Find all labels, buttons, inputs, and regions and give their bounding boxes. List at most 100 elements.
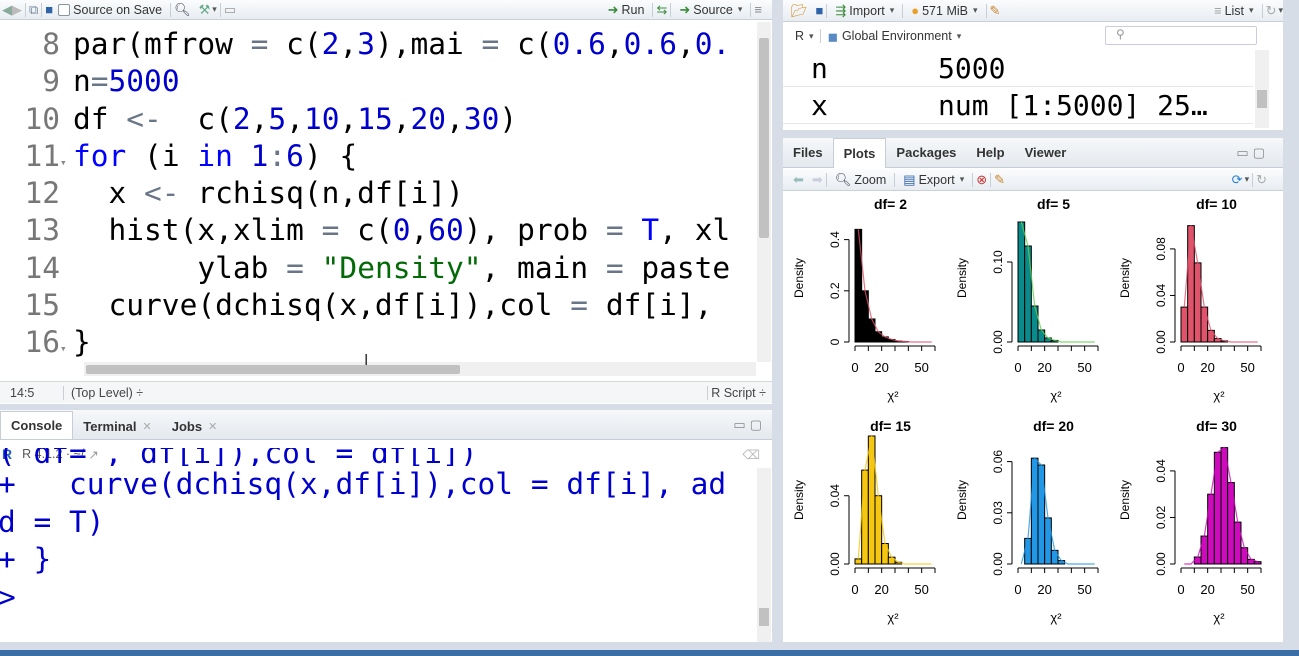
x-tick-label: 50 bbox=[1077, 582, 1091, 597]
code-token: ), prob bbox=[463, 213, 606, 248]
tab-terminal[interactable]: Terminal ✕ bbox=[73, 413, 161, 439]
source-button[interactable]: ➜ Source ▾ bbox=[679, 3, 742, 17]
filetype-selector[interactable]: R Script ÷ bbox=[711, 386, 766, 400]
memory-usage[interactable]: ● 571 MiB ▾ bbox=[911, 4, 977, 18]
back-icon[interactable]: ◀ bbox=[2, 3, 12, 16]
histogram-bar bbox=[1187, 225, 1195, 343]
fold-icon[interactable]: ▾ bbox=[60, 330, 67, 367]
histogram-plot: df= 2 0 20 50 0 0.2 0.4 Density χ² bbox=[783, 196, 948, 414]
source-on-save[interactable]: Source on Save bbox=[58, 3, 162, 17]
maximize-icon[interactable]: ▢ bbox=[750, 417, 762, 433]
compile-report-icon[interactable]: ▭ bbox=[224, 3, 236, 16]
wand-icon[interactable]: ⚒ bbox=[199, 3, 211, 16]
code-token: 15 bbox=[357, 101, 393, 136]
editor-pane: ◀ ▶ ⧉ ■ Source on Save 🔍︎ ⚒ ▾ ▭ ➜ Run ⇆ ➜ S… bbox=[0, 0, 772, 404]
minimize-icon[interactable]: ▭ bbox=[733, 417, 745, 433]
code-token: (i bbox=[126, 138, 198, 173]
console-vscroll[interactable] bbox=[757, 468, 771, 642]
console-line: > bbox=[0, 579, 34, 614]
close-icon[interactable]: ✕ bbox=[208, 420, 217, 433]
code-line[interactable]: 11 ▾ for (i in 1:6) { bbox=[0, 138, 760, 175]
tab-console[interactable]: Console bbox=[0, 411, 74, 439]
next-plot-icon[interactable]: ➡ bbox=[812, 173, 823, 186]
plot-svg: 0 20 50 0 0.2 0.4 Density χ² bbox=[792, 228, 936, 403]
code-token: ) bbox=[499, 101, 518, 136]
y-axis-label: Density bbox=[792, 258, 806, 298]
histogram-plot: df= 15 0 20 50 0.00 0.04 Density χ² bbox=[783, 418, 948, 636]
source-on-save-checkbox[interactable] bbox=[58, 3, 71, 16]
x-tick-label: 0 bbox=[851, 582, 858, 597]
save-icon[interactable]: ■ bbox=[45, 3, 53, 16]
code-token: = bbox=[570, 288, 589, 323]
view-mode-selector[interactable]: ≡ List ▾ bbox=[1214, 4, 1253, 18]
console-output[interactable]: ( df= , df[i]),col = df[i]) + curve(dchis… bbox=[0, 448, 726, 616]
tab-help[interactable]: Help bbox=[966, 140, 1014, 166]
code-line[interactable]: 16 ▾} bbox=[0, 324, 760, 361]
tab-viewer[interactable]: Viewer bbox=[1015, 140, 1077, 166]
code-token: ylab bbox=[73, 250, 287, 285]
code-editor[interactable]: 8 par(mfrow = c(2,3),mai = c(0.6,0.6,0. 9 n… bbox=[0, 26, 760, 362]
code-line[interactable]: 13 hist(x,xlim = c(0,60), prob = T, xl bbox=[0, 212, 760, 249]
x-tick-label: 20 bbox=[1200, 582, 1214, 597]
code-token: x bbox=[73, 176, 145, 211]
environment-search-input[interactable]: ⚲ bbox=[1105, 26, 1257, 45]
histogram-bar bbox=[1037, 329, 1046, 343]
broom-icon[interactable]: ✎ bbox=[994, 173, 1005, 186]
prev-plot-icon[interactable]: ⬅ bbox=[793, 173, 804, 186]
editor-vscroll[interactable] bbox=[757, 22, 771, 362]
maximize-icon[interactable]: ▢ bbox=[1253, 145, 1265, 161]
code-token: , bbox=[392, 101, 411, 136]
run-button[interactable]: ➜ Run bbox=[608, 3, 645, 17]
open-folder-icon[interactable]: 📂︎ bbox=[791, 4, 808, 17]
environment-row[interactable]: x num [1:5000] 25… bbox=[783, 87, 1253, 124]
y-tick-label: 0.06 bbox=[991, 450, 1005, 474]
histogram-bar bbox=[861, 469, 869, 565]
search-icon[interactable]: 🔍︎ bbox=[174, 3, 191, 16]
scope-selector[interactable]: (Top Level) ÷ bbox=[71, 386, 143, 400]
line-number: 13 bbox=[24, 213, 60, 248]
line-number: 15 bbox=[24, 288, 60, 323]
show-in-window-icon[interactable]: ⧉ bbox=[29, 3, 38, 16]
code-line[interactable]: 12 x <- rchisq(n,df[i]) bbox=[0, 175, 760, 212]
rerun-icon[interactable]: ⇆ bbox=[656, 3, 667, 16]
zoom-button[interactable]: 🔍︎ Zoom bbox=[835, 173, 886, 187]
outline-icon[interactable]: ≡ bbox=[754, 3, 762, 16]
refresh-icon[interactable]: ↻ bbox=[1266, 4, 1277, 17]
histogram-bar bbox=[1220, 447, 1229, 565]
forward-icon[interactable]: ▶ bbox=[12, 3, 22, 16]
list-icon: ≡ bbox=[1214, 3, 1222, 18]
histogram-bar bbox=[1017, 221, 1026, 343]
close-icon[interactable]: ✕ bbox=[143, 420, 152, 433]
editor-hscroll[interactable] bbox=[84, 362, 756, 376]
code-token: , bbox=[446, 101, 464, 136]
tab-packages[interactable]: Packages bbox=[886, 140, 966, 166]
language-selector[interactable]: R bbox=[795, 29, 804, 43]
code-line[interactable]: 15 curve(dchisq(x,df[i]),col = df[i], bbox=[0, 287, 760, 324]
code-line[interactable]: 14 ylab = "Density", main = paste bbox=[0, 250, 760, 287]
code-token: in bbox=[197, 138, 233, 173]
export-button[interactable]: ▤ Export ▾ bbox=[903, 173, 964, 187]
save-icon[interactable]: ■ bbox=[816, 4, 824, 17]
code-line[interactable]: 10 df <- c(2,5,10,15,20,30) bbox=[0, 101, 760, 138]
histogram-plot: df= 5 0 20 50 0.00 0.10 Density χ² bbox=[946, 196, 1111, 414]
environment-vscroll[interactable] bbox=[1255, 50, 1269, 128]
remove-plot-icon[interactable]: ⊗ bbox=[976, 173, 987, 186]
code-line[interactable]: 9 n=5000 bbox=[0, 63, 760, 100]
tab-plots[interactable]: Plots bbox=[832, 138, 887, 168]
tab-files[interactable]: Files bbox=[783, 140, 833, 166]
code-line[interactable]: 8 par(mfrow = c(2,3),mai = c(0.6,0.6,0. bbox=[0, 26, 760, 63]
clear-console-icon[interactable]: ⌫ bbox=[742, 447, 760, 462]
refresh-icon[interactable]: ↻ bbox=[1256, 173, 1267, 186]
x-tick-label: 20 bbox=[1037, 582, 1051, 597]
environment-row[interactable]: n 5000 bbox=[783, 50, 1253, 87]
code-token: = bbox=[90, 64, 109, 99]
publish-icon[interactable]: ⟳ bbox=[1232, 173, 1243, 186]
broom-icon[interactable]: ✎ bbox=[990, 4, 1001, 17]
environment-selector[interactable]: Global Environment bbox=[842, 29, 952, 43]
tab-jobs[interactable]: Jobs ✕ bbox=[162, 413, 228, 439]
minimize-icon[interactable]: ▭ bbox=[1236, 145, 1248, 161]
y-tick-label: 0.00 bbox=[991, 552, 1005, 576]
console-line: ( df= , df[i]),col = df[i]) bbox=[0, 448, 478, 466]
import-button[interactable]: ⇶ Import ▾ bbox=[835, 4, 894, 18]
